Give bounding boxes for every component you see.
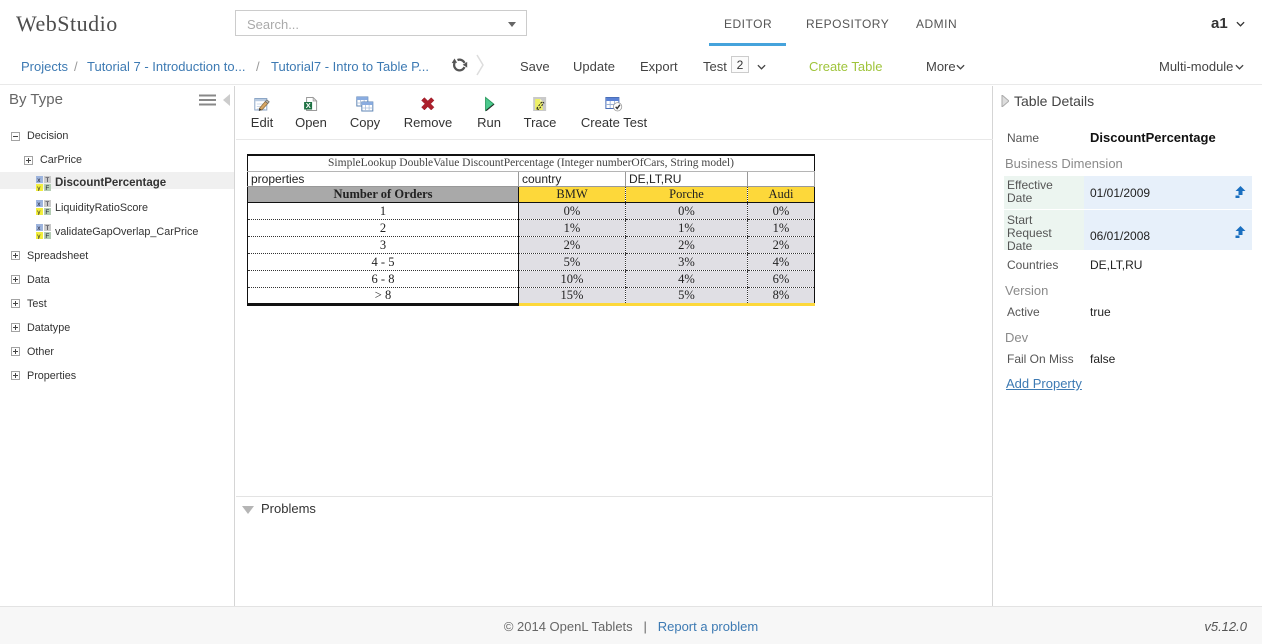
- svg-text:X: X: [306, 101, 311, 110]
